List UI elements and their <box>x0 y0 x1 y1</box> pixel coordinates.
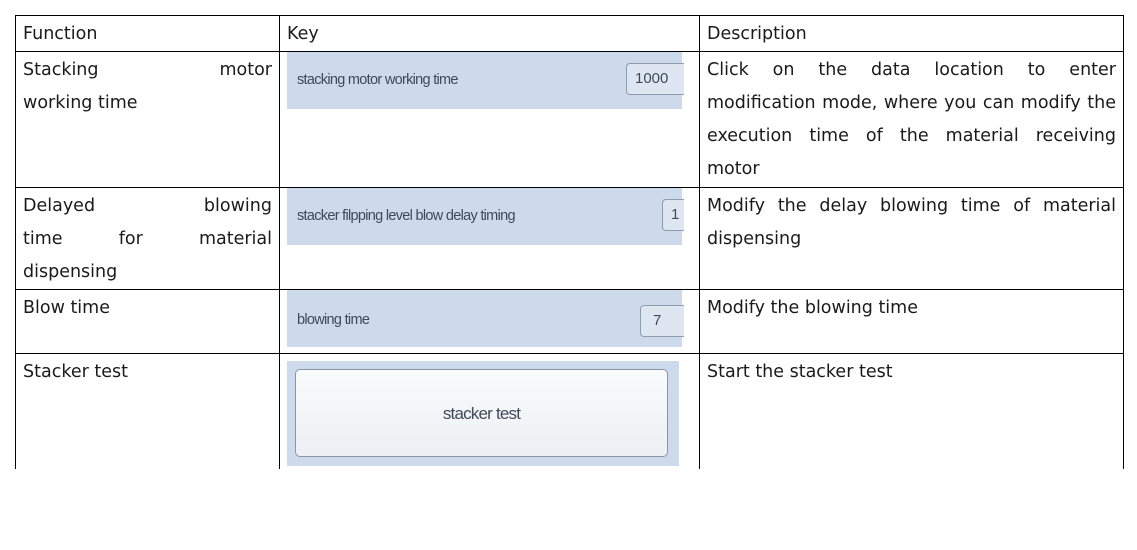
description-cell: Click on the data location to enter modi… <box>699 51 1124 188</box>
value-input[interactable]: 1000 <box>626 63 684 95</box>
function-text: working time <box>23 93 138 113</box>
function-text: Stacking motor <box>23 60 272 80</box>
field-label: stacker filpping level blow delay timing <box>297 208 516 224</box>
function-text: Blow time <box>23 298 110 318</box>
key-cell: stacker filpping level blow delay timing… <box>279 187 700 290</box>
function-cell: Blow time <box>15 289 280 354</box>
button-frame: stacker test <box>287 361 679 466</box>
key-cell: stacker test <box>279 353 700 469</box>
description-cell: Modify the delay blowing time of materia… <box>699 187 1124 290</box>
table-header-row: Function Key Description <box>15 15 1124 52</box>
table-row: Stacker test stacker test Start the stac… <box>15 353 1124 469</box>
table-row: Delayed blowing time for material dispen… <box>15 187 1124 290</box>
table-row: Stacking motor working time stacking mot… <box>15 51 1124 188</box>
description-cell: Modify the blowing time <box>699 289 1124 354</box>
function-cell: Delayed blowing time for material dispen… <box>15 187 280 290</box>
description-cell: Start the stacker test <box>699 353 1124 469</box>
parameter-panel: stacker filpping level blow delay timing… <box>287 188 684 245</box>
field-label: blowing time <box>297 312 370 328</box>
value-input[interactable]: 1 <box>662 199 684 231</box>
stacker-test-button[interactable]: stacker test <box>295 369 668 457</box>
function-cell: Stacker test <box>15 353 280 469</box>
key-cell: stacking motor working time 1000 <box>279 51 700 188</box>
value-input[interactable]: 7 <box>640 305 684 337</box>
parameter-panel: blowing time 7 <box>287 290 684 347</box>
key-cell: blowing time 7 <box>279 289 700 354</box>
header-function: Function <box>15 15 280 52</box>
table-row: Blow time blowing time 7 Modify the blow… <box>15 289 1124 354</box>
function-cell: Stacking motor working time <box>15 51 280 188</box>
function-text: Stacker test <box>23 362 128 382</box>
function-text: time for material <box>23 229 272 249</box>
function-text: dispensing <box>23 262 118 282</box>
function-key-table: Function Key Description Stacking motor … <box>15 15 1124 469</box>
parameter-panel: stacking motor working time 1000 <box>287 52 684 109</box>
header-key: Key <box>279 15 700 52</box>
function-text: Delayed blowing <box>23 196 272 216</box>
header-description: Description <box>699 15 1124 52</box>
field-label: stacking motor working time <box>297 72 459 88</box>
